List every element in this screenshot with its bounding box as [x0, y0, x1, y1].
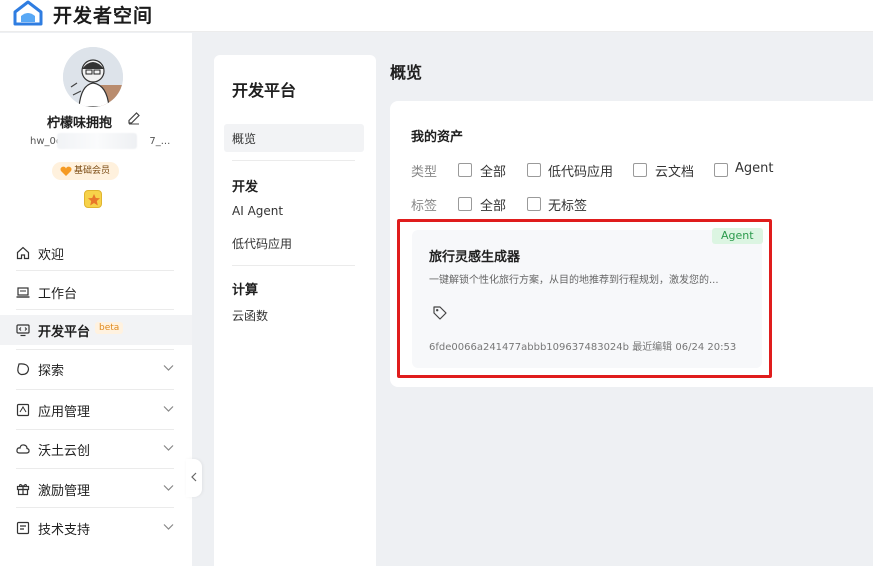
edited-label: 最近编辑	[632, 342, 673, 353]
tag-none-checkbox[interactable]	[527, 197, 541, 211]
subnav-section-compute: 计算	[232, 283, 259, 298]
sidebar-item-label: 工作台	[38, 287, 78, 302]
subnav-title: 开发平台	[232, 81, 297, 100]
app-title: 开发者空间	[53, 5, 154, 27]
checkbox-label: 全部	[480, 199, 507, 214]
card-meta: 6fde0066a241477abbb109637483024b 最近编辑 06…	[429, 338, 736, 353]
panel-title: 我的资产	[411, 130, 464, 145]
type-filter-label: 类型	[411, 165, 438, 180]
checkbox-label: 低代码应用	[548, 165, 614, 180]
sidebar: 柠檬味拥抱 hw_0c 7_... 基础会员 欢迎 工作台 开发平台 beta 探…	[0, 33, 192, 566]
type-all-checkbox[interactable]	[458, 163, 472, 177]
page-title: 概览	[390, 63, 423, 82]
cloud-icon	[16, 444, 30, 454]
gift-icon	[16, 483, 30, 496]
logo-icon[interactable]	[12, 0, 44, 26]
chevron-down-icon	[163, 365, 174, 371]
app-manage-icon	[16, 403, 30, 417]
subnav-item-label: AI Agent	[232, 204, 284, 218]
divider	[16, 309, 174, 310]
redacted-user-id	[57, 133, 137, 149]
heart-icon	[60, 166, 72, 176]
sidebar-item-workbench[interactable]: 工作台	[0, 277, 192, 307]
chevron-left-icon	[191, 472, 197, 482]
divider	[16, 349, 174, 350]
star-badge[interactable]	[84, 190, 102, 208]
divider	[16, 468, 174, 469]
explore-icon	[17, 363, 30, 376]
membership-label: 基础会员	[74, 166, 111, 176]
sidebar-item-incentive[interactable]: 激励管理	[0, 474, 192, 504]
edited-time: 06/24 20:53	[675, 342, 737, 353]
sidebar-item-cloud[interactable]: 沃土云创	[0, 434, 192, 464]
beta-badge: beta	[95, 322, 124, 334]
tag-icon[interactable]	[432, 305, 448, 321]
divider	[232, 265, 355, 266]
subnav-item-label: 概览	[232, 132, 257, 146]
sidebar-item-label: 技术支持	[38, 523, 91, 538]
avatar[interactable]	[63, 47, 123, 107]
sidebar-item-label: 开发平台	[38, 325, 91, 340]
divider	[16, 507, 174, 508]
sidebar-item-support[interactable]: 技术支持	[0, 513, 192, 543]
chevron-down-icon	[163, 406, 174, 412]
divider	[16, 429, 174, 430]
card-title: 旅行灵感生成器	[429, 250, 521, 265]
membership-badge[interactable]: 基础会员	[52, 162, 120, 180]
checkbox-label: 全部	[480, 165, 507, 180]
agent-badge: Agent	[712, 228, 763, 244]
card-description: 一键解锁个性化旅行方案，从目的地推荐到行程规划，激发您的...	[429, 275, 719, 286]
subnav-item-cloud-function[interactable]: 云函数	[214, 301, 364, 329]
subnav-item-ai-agent[interactable]: AI Agent	[214, 198, 364, 226]
divider	[16, 270, 174, 271]
asset-card[interactable]: Agent 旅行灵感生成器 一键解锁个性化旅行方案，从目的地推荐到行程规划，激发…	[412, 228, 763, 368]
chevron-down-icon	[163, 485, 174, 491]
checkbox-label: 无标签	[548, 199, 588, 214]
sidebar-item-welcome[interactable]: 欢迎	[0, 238, 192, 268]
subnav-section-dev: 开发	[232, 180, 259, 195]
monitor-code-icon	[16, 324, 30, 337]
laptop-icon	[16, 287, 30, 298]
subnav-item-lowcode[interactable]: 低代码应用	[214, 229, 364, 257]
sidebar-item-label: 欢迎	[38, 248, 65, 263]
sidebar-item-label: 激励管理	[38, 484, 91, 499]
sidebar-item-label: 沃土云创	[38, 444, 91, 459]
home-icon	[16, 246, 30, 260]
chevron-down-icon	[163, 524, 174, 530]
subnav-item-overview[interactable]: 概览	[224, 124, 364, 152]
checkbox-label: Agent	[735, 161, 774, 176]
sidebar-item-label: 探索	[38, 364, 65, 379]
star-icon	[88, 194, 100, 206]
username: 柠檬味拥抱	[47, 116, 113, 131]
divider	[16, 389, 174, 390]
tag-all-checkbox[interactable]	[458, 197, 472, 211]
support-icon	[16, 521, 30, 535]
subnav-item-label: 低代码应用	[232, 237, 293, 251]
type-clouddoc-checkbox[interactable]	[633, 163, 647, 177]
card-id: 6fde0066a241477abbb109637483024b	[429, 342, 629, 353]
sidebar-item-explore[interactable]: 探索	[0, 354, 192, 384]
chevron-down-icon	[163, 445, 174, 451]
type-agent-checkbox[interactable]	[714, 163, 728, 177]
sidebar-item-dev-platform[interactable]: 开发平台 beta	[0, 315, 192, 345]
type-lowcode-checkbox[interactable]	[527, 163, 541, 177]
sidebar-item-label: 应用管理	[38, 405, 91, 420]
user-id-tail: 7_...	[149, 136, 171, 147]
edit-icon[interactable]	[127, 111, 141, 125]
subnav-item-label: 云函数	[232, 309, 269, 323]
sidebar-item-app-manage[interactable]: 应用管理	[0, 395, 192, 425]
tag-filter-label: 标签	[411, 199, 438, 214]
sidebar-collapse-button[interactable]	[186, 459, 202, 497]
divider	[232, 160, 355, 161]
checkbox-label: 云文档	[655, 165, 695, 180]
secondary-nav: 开发平台 概览 开发 AI Agent 低代码应用 计算 云函数	[214, 55, 376, 566]
top-bar: 开发者空间	[0, 0, 873, 32]
